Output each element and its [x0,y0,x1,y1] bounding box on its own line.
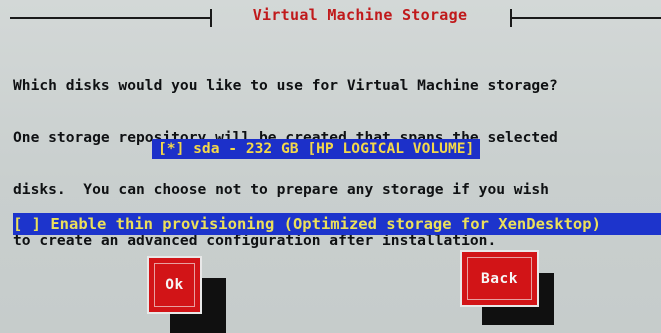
dialog-description: Which disks would you like to use for Vi… [13,43,658,284]
disk-item-sda[interactable]: [*] sda - 232 GB [HP LOGICAL VOLUME] [152,139,481,159]
dialog-frame-top-right [512,17,661,19]
back-button[interactable]: Back [460,250,539,307]
description-line: disks. You can choose not to prepare any… [13,180,549,198]
back-button-label: Back [481,270,518,287]
ok-button[interactable]: Ok [147,256,202,314]
dialog-title: Virtual Machine Storage [252,6,468,24]
description-line: Which disks would you like to use for Vi… [13,77,558,95]
thin-provisioning-checkbox[interactable]: [ ] Enable thin provisioning (Optimized … [13,213,661,235]
ok-button-label: Ok [165,277,184,293]
dialog-title-left-tick [210,9,212,27]
dialog-frame-top-left [10,17,210,19]
installer-screen: Virtual Machine Storage Which disks woul… [0,0,661,333]
